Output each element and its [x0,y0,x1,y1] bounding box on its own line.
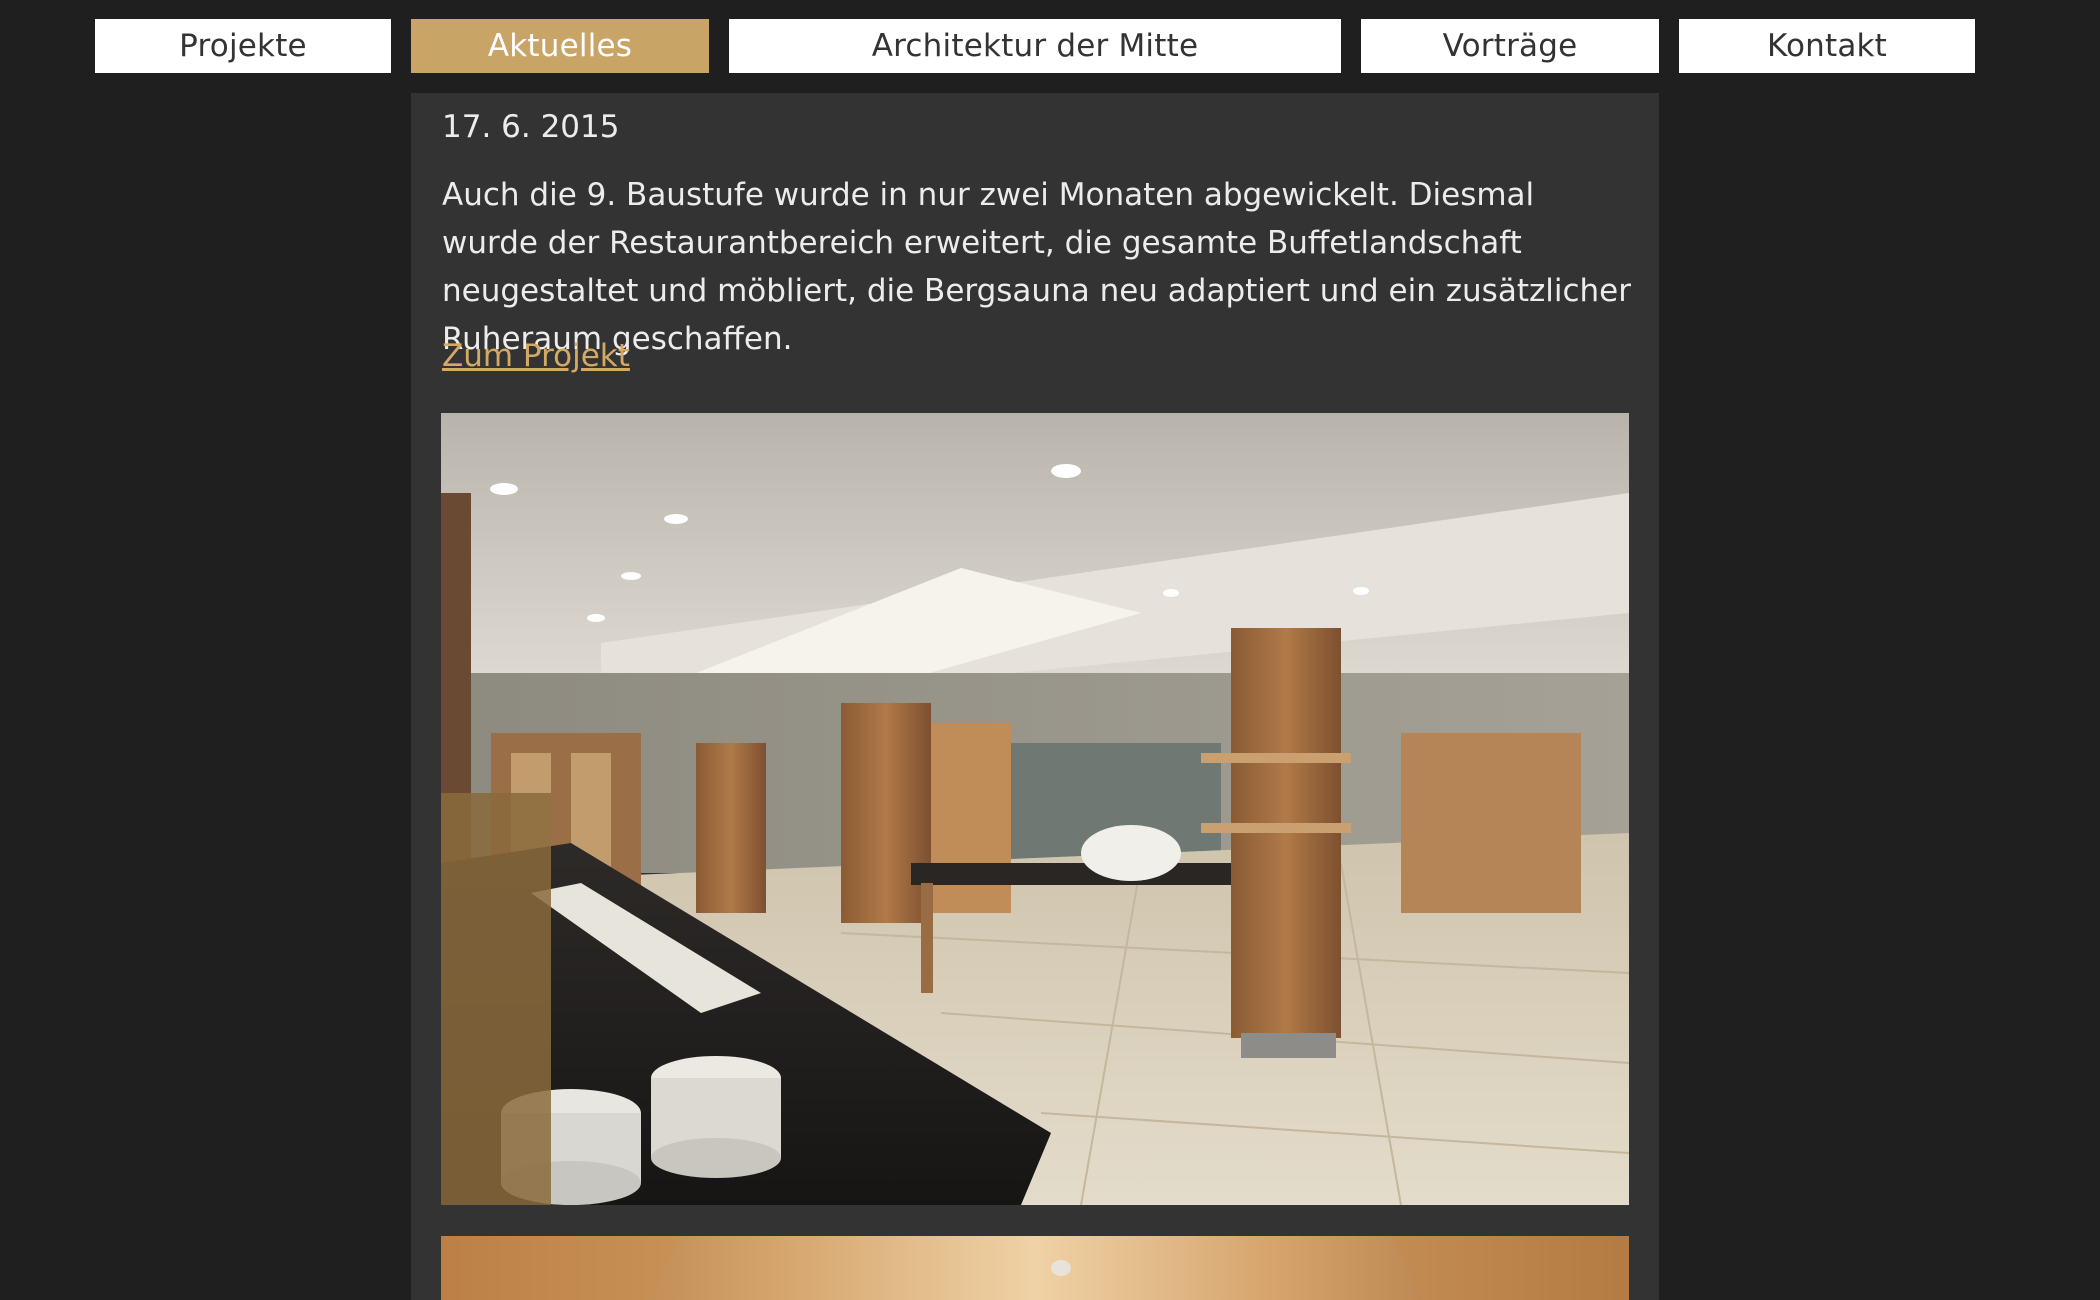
news-post-panel: 17. 6. 2015 Auch die 9. Baustufe wurde i… [411,93,1659,1300]
nav-tab-vortraege[interactable]: Vorträge [1361,19,1659,73]
nav-tab-aktuelles[interactable]: Aktuelles [411,19,709,73]
post-body-text: Auch die 9. Baustufe wurde in nur zwei M… [442,177,1631,357]
project-link[interactable]: Zum Projekt [442,338,630,374]
nav-tab-kontakt[interactable]: Kontakt [1679,19,1975,73]
restaurant-buffet-photo [441,413,1629,1205]
wooden-ceiling-photo [441,1236,1629,1300]
nav-tab-architektur-der-mitte[interactable]: Architektur der Mitte [729,19,1341,73]
post-date: 17. 6. 2015 [442,109,620,145]
nav-tab-projekte[interactable]: Projekte [95,19,391,73]
